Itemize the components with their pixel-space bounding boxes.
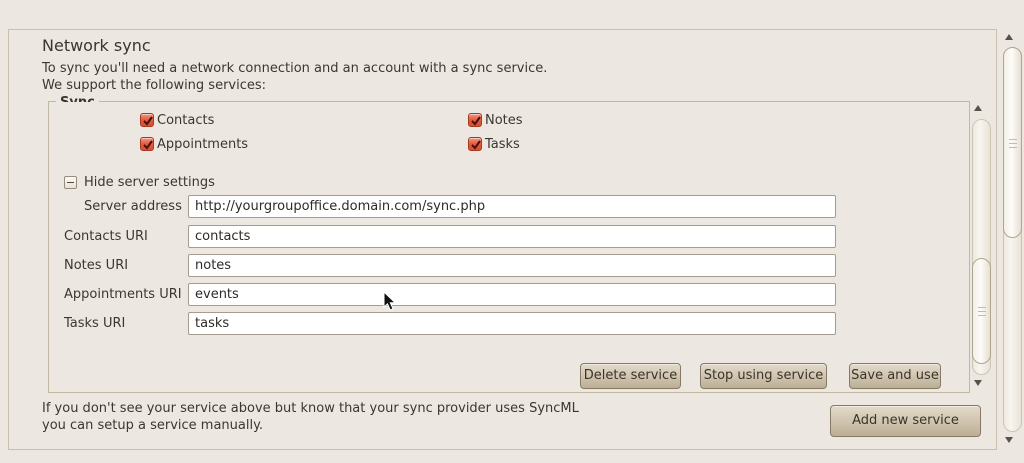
tasks-uri-input[interactable]: [188, 312, 836, 335]
footer-text-line2: you can setup a service manually.: [42, 418, 263, 433]
contacts-uri-label: Contacts URI: [64, 229, 148, 244]
inner-scroll-down-icon[interactable]: [974, 380, 982, 386]
appointments-checkbox[interactable]: [140, 137, 154, 151]
appointments-uri-input[interactable]: [188, 283, 836, 306]
contacts-checkbox-label[interactable]: Contacts: [157, 113, 214, 128]
checkmark-icon: [142, 115, 154, 127]
server-address-label: Server address: [84, 199, 182, 214]
tasks-checkbox-label[interactable]: Tasks: [485, 137, 520, 152]
intro-text-line1: To sync you'll need a network connection…: [42, 61, 547, 76]
checkmark-icon: [470, 139, 482, 151]
contacts-uri-input[interactable]: [188, 225, 836, 248]
outer-scroll-down-icon[interactable]: [1005, 437, 1013, 443]
inner-scrollbar-thumb[interactable]: [972, 258, 991, 364]
sync-group-label: Sync: [56, 95, 99, 102]
appointments-checkbox-label[interactable]: Appointments: [157, 137, 248, 152]
appointments-uri-label: Appointments URI: [64, 287, 182, 302]
outer-scrollbar-thumb[interactable]: [1003, 47, 1022, 238]
stop-using-service-button[interactable]: Stop using service: [700, 363, 827, 389]
server-address-input[interactable]: [188, 195, 836, 218]
outer-scroll-up-icon[interactable]: [1005, 34, 1013, 40]
contacts-checkbox[interactable]: [140, 113, 154, 127]
inner-scroll-up-icon[interactable]: [974, 105, 982, 111]
scrollbar-grip: [978, 311, 986, 312]
intro-text-line2: We support the following services:: [42, 78, 266, 93]
tasks-uri-label: Tasks URI: [64, 316, 125, 331]
add-new-service-button[interactable]: Add new service: [830, 405, 981, 437]
checkmark-icon: [470, 115, 482, 127]
page-title: Network sync: [42, 36, 151, 55]
footer-text-line1: If you don't see your service above but …: [42, 401, 579, 416]
notes-uri-label: Notes URI: [64, 258, 128, 273]
notes-checkbox-label[interactable]: Notes: [485, 113, 523, 128]
mouse-cursor: [383, 291, 397, 312]
scrollbar-grip: [1009, 139, 1017, 140]
scrollbar-grip: [1009, 143, 1017, 144]
scrollbar-grip: [978, 307, 986, 308]
notes-checkbox[interactable]: [468, 113, 482, 127]
collapse-expander-icon[interactable]: [64, 176, 77, 189]
scrollbar-grip: [978, 315, 986, 316]
save-and-use-button[interactable]: Save and use: [849, 363, 941, 389]
tasks-checkbox[interactable]: [468, 137, 482, 151]
expander-label[interactable]: Hide server settings: [84, 175, 215, 190]
delete-service-button[interactable]: Delete service: [580, 363, 681, 389]
notes-uri-input[interactable]: [188, 254, 836, 277]
scrollbar-grip: [1009, 147, 1017, 148]
checkmark-icon: [142, 139, 154, 151]
